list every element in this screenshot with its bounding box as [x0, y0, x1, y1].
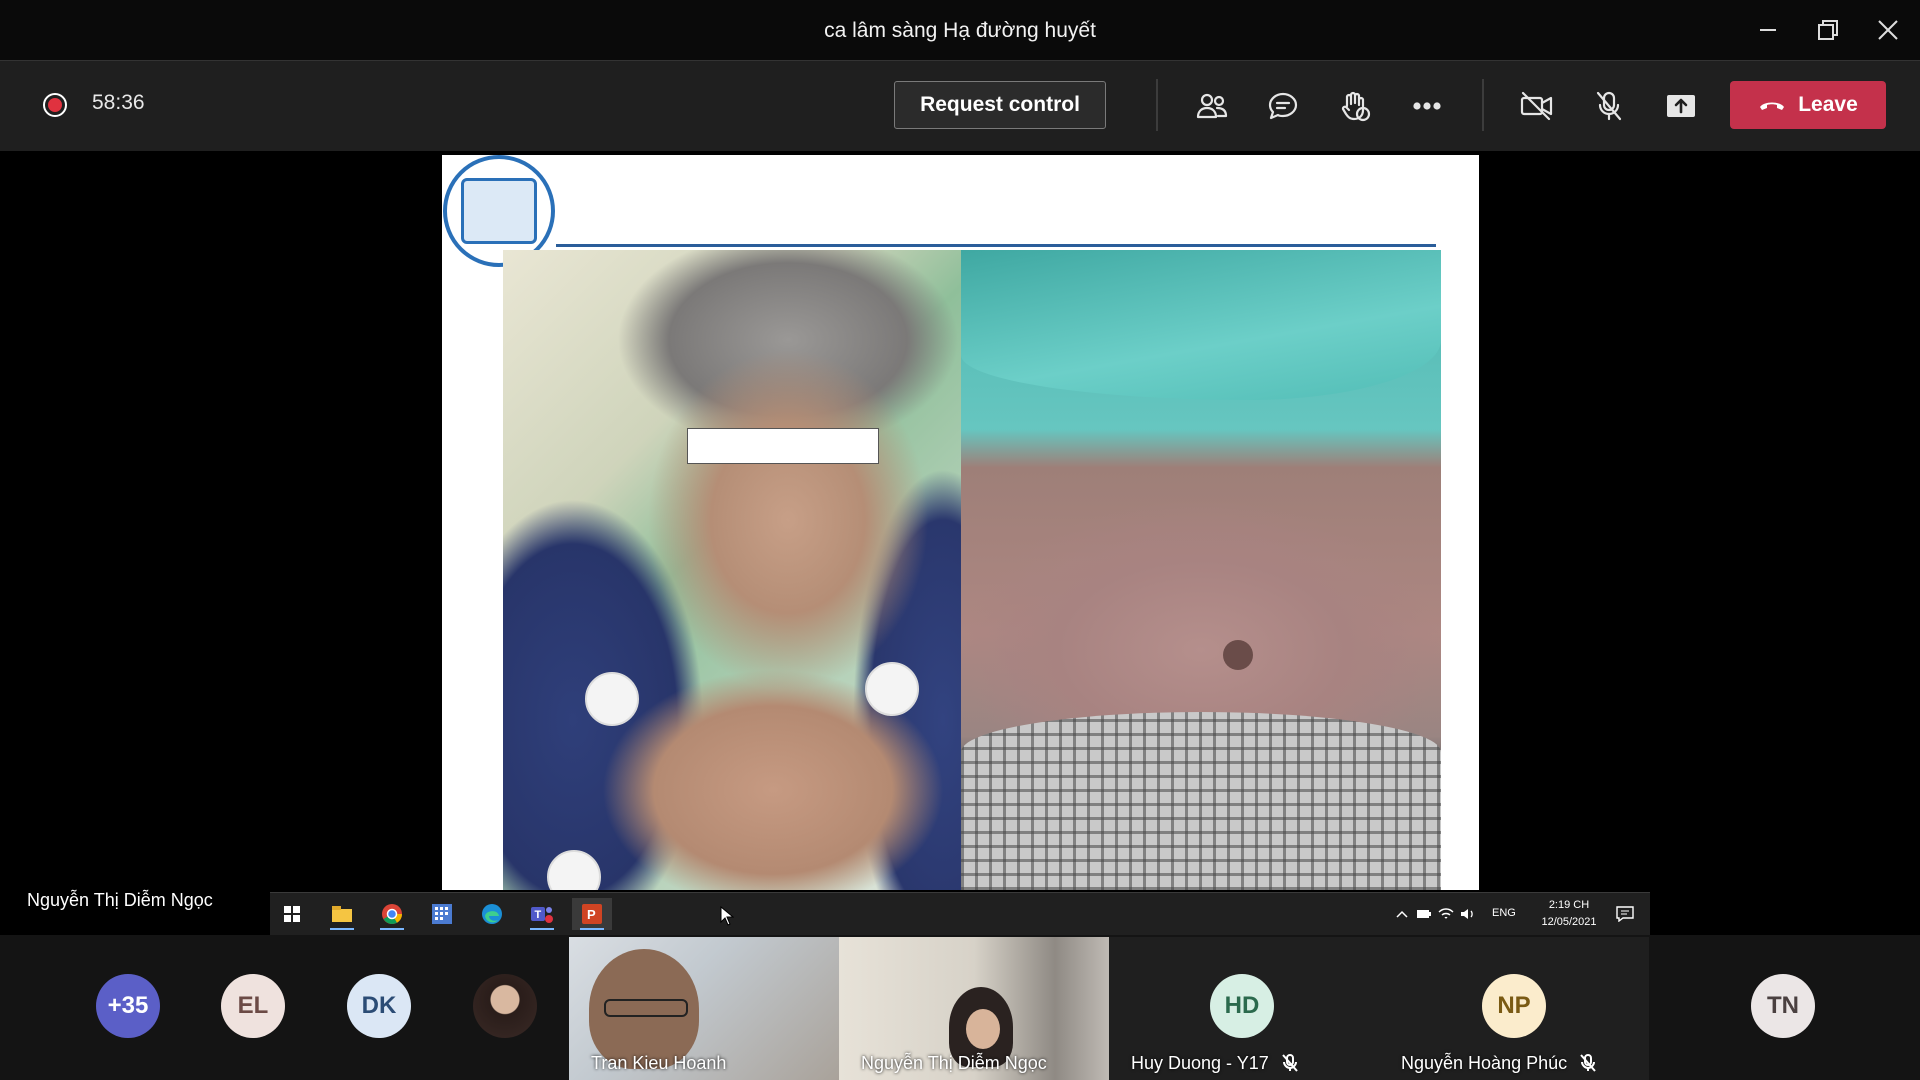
- toolbar-divider: [1482, 79, 1484, 131]
- participant-video-tile[interactable]: Tran Kieu Hoanh: [569, 937, 839, 1080]
- close-icon[interactable]: [1858, 0, 1918, 60]
- participant-name: Huy Duong - Y17: [1131, 1053, 1269, 1073]
- slide-header-rule: [556, 244, 1436, 247]
- navel: [1223, 640, 1253, 670]
- svg-text:P: P: [587, 907, 596, 922]
- meeting-toolbar: 58:36 Request control Leave: [0, 61, 1920, 151]
- svg-text:T: T: [535, 909, 542, 921]
- patient-pants: [961, 712, 1441, 890]
- ecg-electrode: [865, 662, 919, 716]
- record-icon: [43, 93, 67, 117]
- participant-avatar: HD: [1210, 974, 1274, 1038]
- participant-video-tile[interactable]: Nguyễn Thị Diễm Ngọc: [839, 937, 1109, 1080]
- chrome-icon[interactable]: [372, 898, 412, 930]
- teams-icon[interactable]: T: [522, 898, 562, 930]
- participant-name: Nguyễn Hoàng Phúc: [1401, 1053, 1568, 1073]
- chevron-up-icon[interactable]: [1392, 898, 1412, 930]
- patient-abdomen-photo: [961, 250, 1441, 890]
- participant-name: Tran Kieu Hoanh: [591, 1053, 727, 1073]
- mic-off-icon[interactable]: [1586, 83, 1632, 129]
- taskbar-clock[interactable]: 2:19 CH 12/05/2021: [1532, 897, 1606, 931]
- mouse-cursor-icon: [720, 906, 734, 926]
- restore-icon[interactable]: [1798, 0, 1858, 60]
- request-control-button[interactable]: Request control: [894, 81, 1106, 129]
- ecg-electrode: [585, 672, 639, 726]
- window-title: ca lâm sàng Hạ đường huyết: [824, 19, 1096, 42]
- notifications-icon[interactable]: [1610, 898, 1640, 930]
- wifi-icon[interactable]: [1436, 898, 1456, 930]
- clock-date: 12/05/2021: [1541, 916, 1597, 928]
- share-icon[interactable]: [1658, 83, 1704, 129]
- participant-video-face: [966, 1009, 1000, 1049]
- meeting-timer: 58:36: [92, 91, 145, 114]
- participant-avatar[interactable]: DK: [347, 974, 411, 1038]
- more-icon[interactable]: [1404, 83, 1450, 129]
- clock-time: 2:19 CH: [1548, 899, 1590, 911]
- face-privacy-bar: [687, 428, 879, 464]
- participant-video-glasses: [604, 999, 688, 1017]
- file-explorer-icon[interactable]: [322, 898, 362, 930]
- volume-icon[interactable]: [1458, 898, 1478, 930]
- presenter-name: Nguyễn Thị Diễm Ngọc: [27, 890, 213, 910]
- toolbar-divider: [1156, 79, 1158, 131]
- shared-taskbar: T P ENG 2:19 CH 12/05/2021: [270, 892, 1650, 935]
- raise-hand-icon[interactable]: [1332, 83, 1378, 129]
- leave-label: Leave: [1798, 93, 1858, 116]
- window-title-bar: ca lâm sàng Hạ đường huyết: [0, 0, 1920, 61]
- powerpoint-icon[interactable]: P: [572, 898, 612, 930]
- minimize-icon[interactable]: [1738, 0, 1798, 60]
- participant-avatar[interactable]: EL: [221, 974, 285, 1038]
- mic-off-icon: [1281, 1054, 1299, 1072]
- phone-hangup-icon: [1760, 102, 1785, 110]
- battery-icon[interactable]: [1414, 898, 1434, 930]
- calendar-app-icon[interactable]: [422, 898, 462, 930]
- ecg-electrode: [547, 850, 601, 890]
- participant-avatar: NP: [1482, 974, 1546, 1038]
- patient-shirt: [961, 250, 1441, 400]
- participant-photo-avatar[interactable]: [473, 974, 537, 1038]
- leave-button[interactable]: Leave: [1730, 81, 1886, 129]
- participant-audio-tile[interactable]: NP Nguyễn Hoàng Phúc: [1379, 937, 1649, 1080]
- edge-icon[interactable]: [472, 898, 512, 930]
- presentation-slide: [442, 155, 1479, 890]
- windows-start-icon[interactable]: [272, 898, 312, 930]
- chat-icon[interactable]: [1260, 83, 1306, 129]
- participant-name: Nguyễn Thị Diễm Ngọc: [861, 1053, 1047, 1073]
- mic-off-icon: [1579, 1054, 1597, 1072]
- language-indicator[interactable]: ENG: [1492, 907, 1516, 919]
- camera-off-icon[interactable]: [1514, 83, 1560, 129]
- participant-avatar[interactable]: TN: [1751, 974, 1815, 1038]
- overflow-participants-button[interactable]: +35: [96, 974, 160, 1038]
- people-icon[interactable]: [1189, 83, 1235, 129]
- participant-audio-tile[interactable]: HD Huy Duong - Y17: [1109, 937, 1379, 1080]
- patient-face-photo: [503, 250, 961, 890]
